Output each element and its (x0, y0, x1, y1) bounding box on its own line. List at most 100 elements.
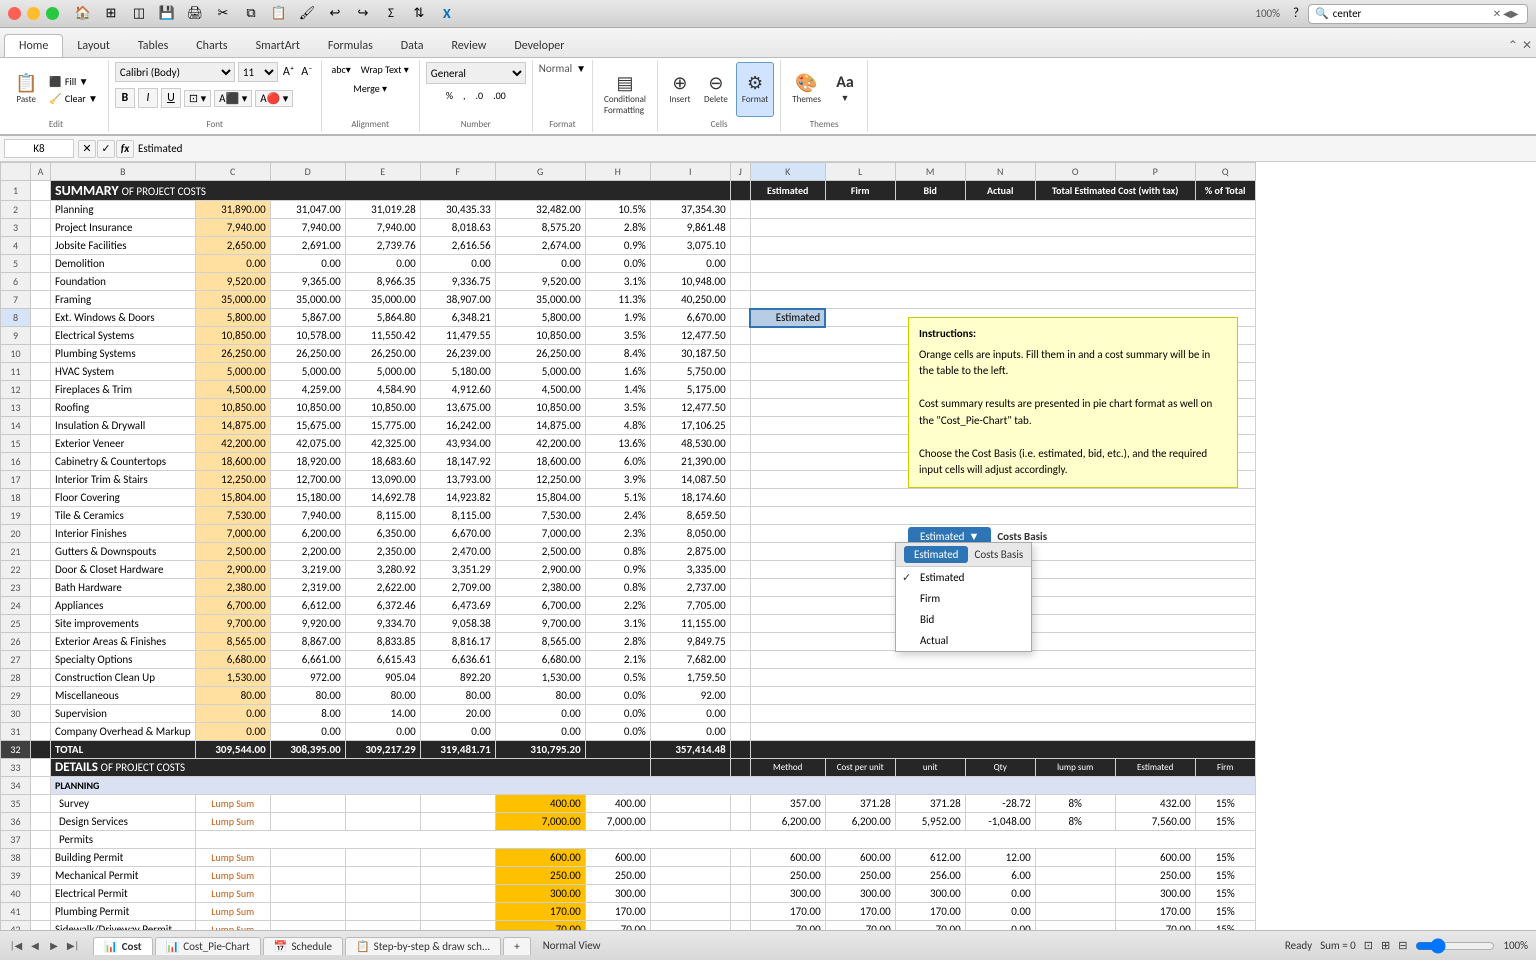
view-icon[interactable]: ◫ (127, 3, 151, 25)
sort-icon[interactable]: ⇅ (407, 3, 431, 25)
last-sheet-btn[interactable]: ▶| (65, 938, 81, 954)
grid-icon[interactable]: ⊞ (99, 3, 123, 25)
insert-function-btn[interactable]: fx (116, 140, 134, 158)
ribbon-collapse-icon[interactable]: ✕ (1522, 38, 1532, 53)
underline-button[interactable]: U (161, 88, 181, 108)
search-box[interactable]: 🔍 ✕ ◀ ▶ (1308, 4, 1528, 24)
clear-search-icon[interactable]: ✕ (1493, 7, 1501, 20)
prev-sheet-btn[interactable]: ◀ (27, 938, 43, 954)
cell-reference[interactable] (4, 139, 74, 158)
cell-O1[interactable]: Total Estimated Cost (with tax) (1035, 181, 1195, 201)
cell-B1[interactable]: SUMMARY OF PROJECT COSTS (51, 181, 731, 201)
delete-btn[interactable]: ⊖ Delete (699, 62, 733, 117)
format-dropdown-arrow[interactable]: ▼ (576, 62, 586, 75)
save-icon[interactable]: 💾 (155, 3, 179, 25)
conditional-formatting-btn[interactable]: ▤ ConditionalFormatting (599, 62, 651, 128)
search-input[interactable] (1333, 7, 1493, 20)
sheet-area[interactable]: A B C D E F G H I J K L M N O P Q (0, 162, 1536, 930)
font-size-select[interactable]: 11 (238, 62, 278, 82)
close-btn[interactable] (8, 7, 21, 20)
col-G[interactable]: G (495, 163, 585, 181)
view-normal-icon[interactable]: ⊡ (1364, 939, 1373, 952)
paste-icon[interactable]: 📋 (267, 3, 291, 25)
sheet-tab-cost[interactable]: 📊 Cost (93, 937, 153, 955)
col-K[interactable]: K (750, 163, 825, 181)
italic-button[interactable]: I (138, 88, 158, 108)
col-L[interactable]: L (825, 163, 895, 181)
first-sheet-btn[interactable]: |◀ (8, 938, 24, 954)
autosum-icon[interactable]: Σ (379, 3, 403, 25)
insert-btn[interactable]: ⊕ Insert (664, 62, 696, 117)
dropdown-confirm-btn[interactable]: Estimated (904, 546, 968, 563)
view-layout-icon[interactable]: ⊞ (1381, 939, 1390, 952)
copy-icon[interactable]: ⧉ (239, 3, 263, 25)
format-cells-btn[interactable]: ⚙ Format (736, 62, 774, 117)
tab-developer[interactable]: Developer (500, 35, 578, 57)
tab-smartart[interactable]: SmartArt (242, 35, 314, 57)
confirm-formula-btn[interactable]: ✓ (97, 140, 115, 158)
col-A[interactable]: A (31, 163, 51, 181)
align-left-btn[interactable]: abc▾ (328, 62, 355, 77)
dec-increase-btn[interactable]: .00 (489, 88, 510, 103)
cell-A1[interactable] (31, 181, 51, 201)
search-nav-left[interactable]: ◀ (1503, 7, 1511, 20)
cell-M1[interactable]: Bid (895, 181, 965, 201)
col-O[interactable]: O (1035, 163, 1115, 181)
tab-home[interactable]: Home (4, 34, 63, 57)
wrap-text-btn[interactable]: Wrap Text ▾ (357, 62, 413, 77)
tab-layout[interactable]: Layout (63, 35, 124, 57)
col-C[interactable]: C (195, 163, 270, 181)
col-Q[interactable]: Q (1195, 163, 1255, 181)
number-format-select[interactable]: General Number Currency Percentage (426, 62, 526, 84)
tab-formulas[interactable]: Formulas (314, 35, 387, 57)
cell-K1[interactable]: Estimated (750, 181, 825, 201)
font-shrink-icon[interactable]: A⁻ (299, 63, 314, 81)
merge-btn[interactable]: Merge ▾ (349, 81, 391, 96)
view-pages-icon[interactable]: ⊟ (1398, 939, 1407, 952)
search-nav-right[interactable]: ▶ (1511, 7, 1519, 20)
print-icon[interactable]: 🖨 (183, 3, 207, 25)
col-M[interactable]: M (895, 163, 965, 181)
font-theme-btn[interactable]: Aa ▼ (829, 62, 861, 117)
home-icon[interactable]: 🏠 (71, 3, 95, 25)
format-painter-icon[interactable]: 🖌 (295, 3, 319, 25)
cell-Q1[interactable]: % of Total (1195, 181, 1255, 201)
sheet-tab-stepbystep[interactable]: 📋 Step-by-step & draw sch... (345, 937, 501, 955)
col-P[interactable]: P (1115, 163, 1195, 181)
normal-view-btn[interactable]: Normal View (543, 939, 601, 952)
dec-decrease-btn[interactable]: .0 (471, 88, 487, 103)
clear-button[interactable]: 🧹 Clear ▼ (45, 91, 102, 106)
dropdown-option-estimated[interactable]: Estimated (896, 567, 1031, 588)
tab-tables[interactable]: Tables (124, 35, 182, 57)
fill-color-button[interactable]: A⬛ ▾ (214, 90, 252, 107)
font-grow-icon[interactable]: A⁺ (281, 63, 296, 81)
dropdown-option-firm[interactable]: Firm (896, 588, 1031, 609)
cell-N1[interactable]: Actual (965, 181, 1035, 201)
col-E[interactable]: E (345, 163, 420, 181)
font-color-button[interactable]: A🔴 ▾ (255, 90, 293, 107)
comma-btn[interactable]: , (459, 88, 470, 103)
dropdown-option-bid[interactable]: Bid (896, 609, 1031, 630)
tab-charts[interactable]: Charts (182, 35, 241, 57)
col-B[interactable]: B (51, 163, 196, 181)
cut-icon[interactable]: ✂ (211, 3, 235, 25)
undo-icon[interactable]: ↩ (323, 3, 347, 25)
themes-btn[interactable]: 🎨 Themes (787, 62, 826, 117)
border-button[interactable]: ⊡ ▾ (184, 90, 211, 107)
col-F[interactable]: F (420, 163, 495, 181)
dropdown-option-actual[interactable]: Actual (896, 630, 1031, 651)
sheet-tab-pie[interactable]: 📊 Cost_Pie-Chart (155, 937, 261, 955)
col-D[interactable]: D (270, 163, 345, 181)
font-family-select[interactable]: Calibri (Body) (115, 62, 235, 82)
cell-J1[interactable] (730, 181, 750, 201)
bold-button[interactable]: B (115, 88, 135, 108)
add-sheet-btn[interactable]: + (503, 937, 530, 955)
formula-input[interactable] (138, 142, 1532, 155)
sheet-tab-schedule[interactable]: 📅 Schedule (263, 937, 343, 955)
ribbon-expand-icon[interactable]: ⌃ (1508, 38, 1518, 53)
help-icon[interactable]: ? (1284, 3, 1308, 25)
cell-L1[interactable]: Firm (825, 181, 895, 201)
zoom-slider[interactable] (1415, 938, 1495, 954)
maximize-btn[interactable] (46, 7, 59, 20)
cancel-formula-btn[interactable]: ✕ (78, 140, 96, 158)
